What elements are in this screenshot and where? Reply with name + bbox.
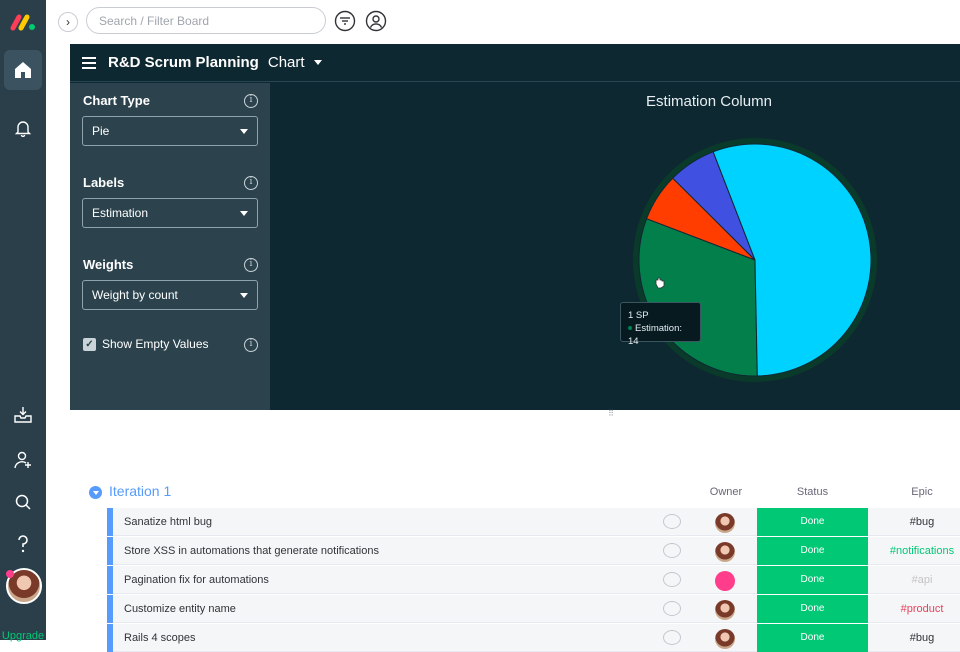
chevron-down-icon — [240, 211, 248, 216]
comment-bubble-icon[interactable] — [663, 543, 681, 558]
notification-dot — [6, 570, 14, 578]
status-cell[interactable]: Done — [757, 624, 868, 652]
info-icon[interactable]: i — [244, 338, 258, 352]
widget-header: R&D Scrum Planning Chart — [70, 44, 960, 82]
series-dot — [628, 326, 632, 331]
item-name[interactable]: Customize entity name — [124, 603, 236, 615]
owner-avatar[interactable] — [715, 571, 735, 591]
column-header-epic[interactable]: Epic — [882, 486, 960, 498]
inbox-button[interactable] — [11, 403, 35, 427]
group-color-bar — [107, 595, 113, 623]
bell-icon — [14, 121, 32, 137]
epic-cell[interactable]: #api — [882, 574, 960, 586]
item-name[interactable]: Rails 4 scopes — [124, 632, 196, 644]
group-color-bar — [107, 537, 113, 565]
person-filter-icon[interactable] — [365, 10, 387, 32]
expand-sidebar-button[interactable]: › — [58, 12, 78, 32]
board-table: Iteration 1 Owner Status Epic Sanatize h… — [70, 420, 960, 652]
owner-avatar[interactable] — [715, 542, 735, 562]
status-cell[interactable]: Done — [757, 595, 868, 623]
comment-bubble-icon[interactable] — [663, 630, 681, 645]
help-icon — [18, 535, 28, 553]
comment-bubble-icon[interactable] — [663, 514, 681, 529]
filter-icon[interactable] — [334, 10, 356, 32]
table-row[interactable]: Store XSS in automations that generate n… — [107, 537, 960, 565]
show-empty-values-label: Show Empty Values — [102, 337, 209, 351]
chart-tooltip: 1 SP Estimation: 14 — [620, 302, 701, 347]
chevron-down-icon[interactable] — [313, 60, 322, 65]
table-row[interactable]: Pagination fix for automations Done #api — [107, 566, 960, 594]
status-cell[interactable]: Done — [757, 508, 868, 536]
owner-avatar[interactable] — [715, 629, 735, 649]
tooltip-series: Estimation: 14 — [628, 322, 693, 348]
labels-dropdown[interactable]: Estimation — [82, 198, 258, 228]
epic-cell[interactable]: #bug — [882, 632, 960, 644]
chart-type-value: Pie — [92, 124, 110, 138]
home-button[interactable] — [4, 50, 42, 90]
search-icon — [15, 494, 31, 510]
group-title[interactable]: Iteration 1 — [109, 483, 171, 499]
board-title: R&D Scrum Planning — [108, 54, 259, 71]
epic-cell[interactable]: #product — [882, 603, 960, 615]
resize-handle[interactable]: ⠿ — [606, 410, 616, 418]
item-name[interactable]: Sanatize html bug — [124, 516, 212, 528]
comment-bubble-icon[interactable] — [663, 601, 681, 616]
epic-cell[interactable]: #notifications — [882, 545, 960, 557]
weights-value: Weight by count — [92, 288, 178, 302]
tooltip-label: 1 SP — [628, 310, 649, 321]
item-name[interactable]: Store XSS in automations that generate n… — [124, 545, 379, 557]
inbox-icon — [14, 407, 32, 423]
mouse-cursor-icon — [655, 277, 665, 289]
view-selector[interactable]: Chart — [268, 54, 305, 71]
help-button[interactable] — [11, 532, 35, 556]
status-cell[interactable]: Done — [757, 566, 868, 594]
monday-logo[interactable] — [10, 12, 36, 32]
notifications-button[interactable] — [11, 116, 35, 140]
info-icon[interactable]: i — [244, 94, 258, 108]
home-icon — [15, 62, 31, 78]
labels-value: Estimation — [92, 206, 149, 220]
table-row[interactable]: Sanatize html bug Done #bug — [107, 508, 960, 536]
info-icon[interactable]: i — [244, 258, 258, 272]
app-rail: Upgrade — [0, 0, 46, 642]
tooltip-value: Estimation: 14 — [628, 323, 682, 347]
column-header-status[interactable]: Status — [757, 486, 868, 498]
chevron-down-icon — [240, 293, 248, 298]
item-name[interactable]: Pagination fix for automations — [124, 574, 269, 586]
pie-chart — [633, 138, 877, 382]
upgrade-link[interactable]: Upgrade — [0, 630, 46, 642]
weights-dropdown[interactable]: Weight by count — [82, 280, 258, 310]
add-user-icon — [14, 451, 31, 469]
top-bar: › — [46, 0, 960, 44]
invite-button[interactable] — [11, 448, 35, 472]
group-color-bar — [107, 624, 113, 652]
group-color-bar — [107, 566, 113, 594]
owner-avatar[interactable] — [715, 513, 735, 533]
status-cell[interactable]: Done — [757, 537, 868, 565]
table-row[interactable]: Customize entity name Done #product — [107, 595, 960, 623]
chevron-down-icon — [240, 129, 248, 134]
chart-settings-panel: Chart Type i Pie Labels i Estimation Wei… — [70, 83, 270, 410]
weights-label: Weights — [83, 257, 134, 272]
table-row[interactable]: Rails 4 scopes Done #bug — [107, 624, 960, 652]
group-collapse-toggle[interactable] — [89, 486, 102, 499]
labels-label: Labels — [83, 175, 125, 190]
epic-cell[interactable]: #bug — [882, 516, 960, 528]
search-input[interactable] — [86, 7, 326, 34]
menu-icon[interactable] — [82, 56, 96, 70]
chart-type-dropdown[interactable]: Pie — [82, 116, 258, 146]
chart-type-label: Chart Type — [83, 93, 150, 108]
show-empty-values-checkbox[interactable]: ✓ — [83, 338, 96, 351]
owner-avatar[interactable] — [715, 600, 735, 620]
chart-widget: R&D Scrum Planning Chart Chart Type i Pi… — [70, 44, 960, 410]
chart-area: Estimation Column — [270, 83, 960, 410]
info-icon[interactable]: i — [244, 176, 258, 190]
group-color-bar — [107, 508, 113, 536]
column-header-owner[interactable]: Owner — [696, 486, 756, 498]
comment-bubble-icon[interactable] — [663, 572, 681, 587]
search-button[interactable] — [11, 490, 35, 514]
